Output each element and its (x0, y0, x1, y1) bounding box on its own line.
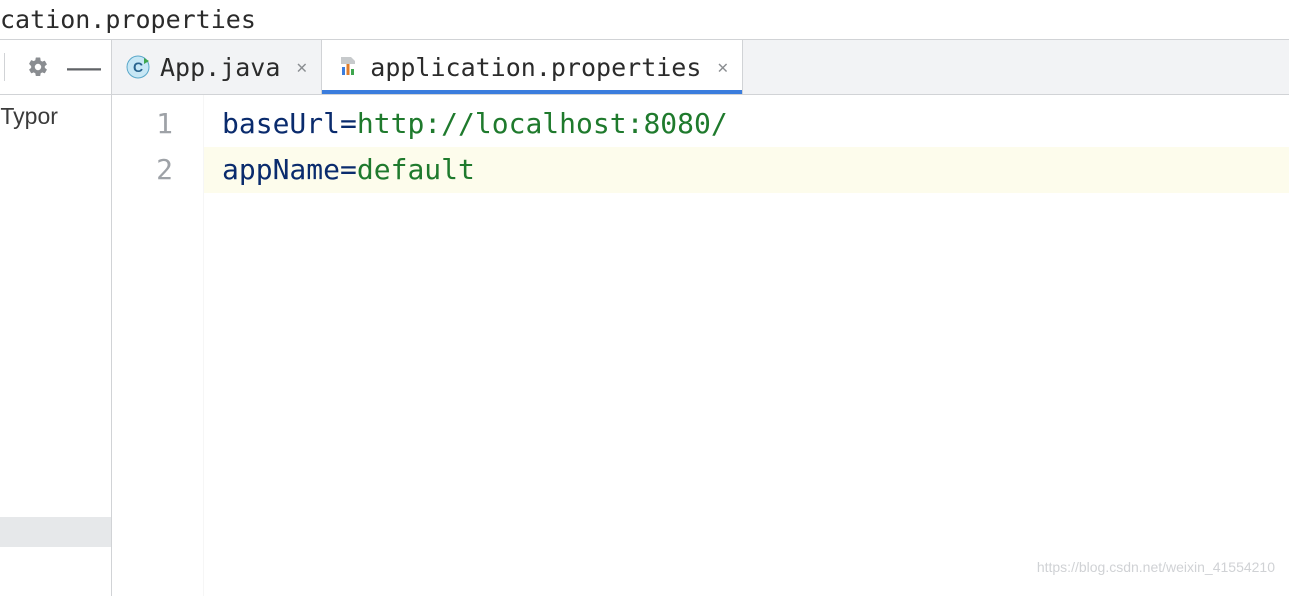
svg-text:C: C (133, 59, 143, 75)
java-class-icon: C (126, 55, 150, 79)
project-tree-sidebar[interactable]: oadTypor (0, 95, 112, 596)
editor-tab-strip: C App.java ✕ application.properties ✕ (112, 40, 1289, 94)
close-icon[interactable]: ✕ (296, 57, 307, 78)
code-editor[interactable]: 1 2 baseUrl=http://localhost:8080/ appNa… (112, 95, 1289, 596)
gear-icon[interactable] (27, 56, 49, 78)
tree-item[interactable]: oadTypor (0, 103, 58, 130)
line-number-gutter: 1 2 (112, 95, 204, 596)
code-line[interactable]: appName=default (204, 147, 1289, 193)
file-path-bar: cation.properties (0, 0, 1289, 40)
tab-application-properties[interactable]: application.properties ✕ (322, 40, 743, 94)
code-area[interactable]: baseUrl=http://localhost:8080/ appName=d… (204, 95, 1289, 596)
line-number: 2 (112, 147, 173, 193)
tab-label: application.properties (370, 53, 701, 82)
tab-app-java[interactable]: C App.java ✕ (112, 40, 322, 94)
separator (4, 53, 5, 81)
code-line[interactable]: baseUrl=http://localhost:8080/ (222, 101, 1289, 147)
file-path-text: cation.properties (0, 5, 256, 34)
properties-icon (336, 55, 360, 79)
project-tool-window-header: — (0, 40, 112, 94)
sidebar-selection-bar (0, 517, 111, 547)
watermark: https://blog.csdn.net/weixin_41554210 (1037, 544, 1275, 590)
line-number: 1 (112, 101, 173, 147)
tab-label: App.java (160, 53, 280, 82)
close-icon[interactable]: ✕ (717, 57, 728, 78)
